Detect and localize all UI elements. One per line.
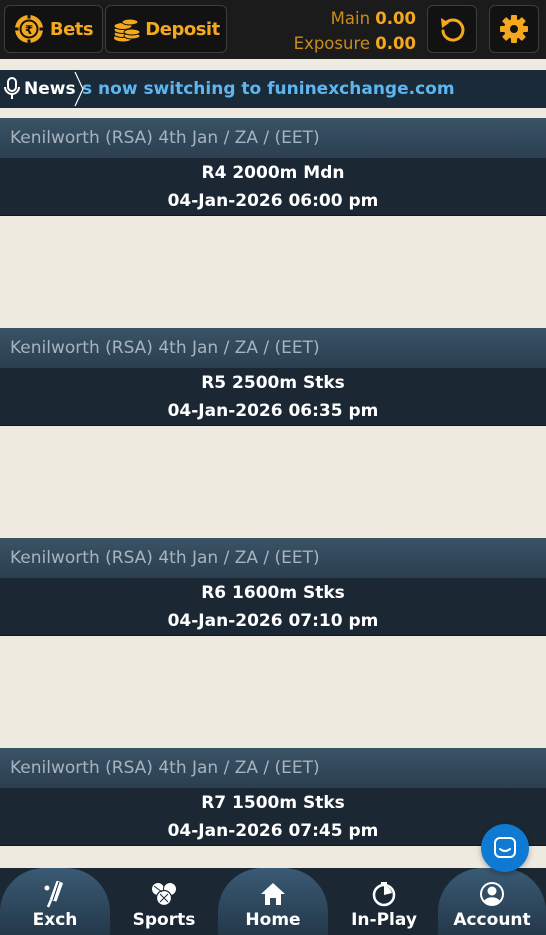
news-label-box: News <box>0 70 80 108</box>
refresh-button[interactable] <box>427 5 477 53</box>
bets-button[interactable]: ₹ Bets <box>4 5 103 53</box>
nav-account-label: Account <box>453 910 531 930</box>
sports-balls-icon <box>149 880 179 908</box>
user-icon <box>479 880 505 908</box>
refresh-icon <box>438 15 466 43</box>
nav-exch-label: Exch <box>32 910 78 930</box>
news-ticker-text[interactable]: s now switching to funinexchange.com <box>82 79 455 99</box>
race-info: R7 1500m Stks 04-Jan-2026 07:45 pm <box>0 788 546 846</box>
race-name: R5 2500m Stks <box>201 373 345 393</box>
race-info: R6 1600m Stks 04-Jan-2026 07:10 pm <box>0 578 546 636</box>
race-time: 04-Jan-2026 07:10 pm <box>167 611 379 631</box>
main-balance-label: Main <box>330 9 371 28</box>
chevron-right-icon <box>73 70 85 108</box>
nav-sports[interactable]: Sports <box>109 868 219 935</box>
nav-exch[interactable]: Exch <box>0 868 110 935</box>
chat-icon <box>493 836 517 860</box>
race-card[interactable]: Kenilworth (RSA) 4th Jan / ZA / (EET) R4… <box>0 118 546 216</box>
exposure-label: Exposure <box>293 34 371 53</box>
race-venue: Kenilworth (RSA) 4th Jan / ZA / (EET) <box>0 328 546 368</box>
race-card[interactable]: Kenilworth (RSA) 4th Jan / ZA / (EET) R7… <box>0 748 546 846</box>
settings-button[interactable] <box>489 5 539 53</box>
nav-inplay[interactable]: In-Play <box>329 868 439 935</box>
race-time: 04-Jan-2026 06:35 pm <box>167 401 379 421</box>
gear-icon <box>499 14 529 44</box>
microphone-icon <box>4 77 20 101</box>
nav-sports-label: Sports <box>132 910 196 930</box>
nav-home-label: Home <box>245 910 301 930</box>
svg-text:₹: ₹ <box>25 23 33 37</box>
race-venue: Kenilworth (RSA) 4th Jan / ZA / (EET) <box>0 118 546 158</box>
coins-icon <box>112 15 142 43</box>
race-venue: Kenilworth (RSA) 4th Jan / ZA / (EET) <box>0 538 546 578</box>
bets-label: Bets <box>49 18 94 40</box>
deposit-label: Deposit <box>145 18 220 40</box>
race-card[interactable]: Kenilworth (RSA) 4th Jan / ZA / (EET) R5… <box>0 328 546 426</box>
race-info: R4 2000m Mdn 04-Jan-2026 06:00 pm <box>0 158 546 216</box>
exposure-value: 0.00 <box>375 34 416 53</box>
chat-support-button[interactable] <box>481 824 529 872</box>
bottom-nav: Exch Sports Home In-Play Account <box>0 868 546 935</box>
race-time: 04-Jan-2026 07:45 pm <box>167 821 379 841</box>
news-ticker-bar: News s now switching to funinexchange.co… <box>0 70 546 108</box>
nav-account[interactable]: Account <box>438 868 546 935</box>
cricket-bat-icon <box>42 880 68 908</box>
deposit-button[interactable]: Deposit <box>105 5 227 53</box>
race-info: R5 2500m Stks 04-Jan-2026 06:35 pm <box>0 368 546 426</box>
news-label: News <box>24 79 76 99</box>
race-venue: Kenilworth (RSA) 4th Jan / ZA / (EET) <box>0 748 546 788</box>
race-name: R6 1600m Stks <box>201 583 345 603</box>
nav-inplay-label: In-Play <box>351 910 417 930</box>
home-icon <box>259 880 287 908</box>
balance-panel: Main 0.00 Exposure 0.00 <box>294 6 416 56</box>
timer-icon <box>371 880 397 908</box>
top-bar: ₹ Bets Deposit Main 0.00 Exposure 0.00 <box>0 0 546 59</box>
race-time: 04-Jan-2026 06:00 pm <box>167 191 379 211</box>
main-balance-value: 0.00 <box>375 9 416 28</box>
race-name: R7 1500m Stks <box>201 793 345 813</box>
nav-home[interactable]: Home <box>218 868 328 935</box>
race-card[interactable]: Kenilworth (RSA) 4th Jan / ZA / (EET) R6… <box>0 538 546 636</box>
rupee-chip-icon: ₹ <box>14 14 44 44</box>
race-name: R4 2000m Mdn <box>201 163 345 183</box>
